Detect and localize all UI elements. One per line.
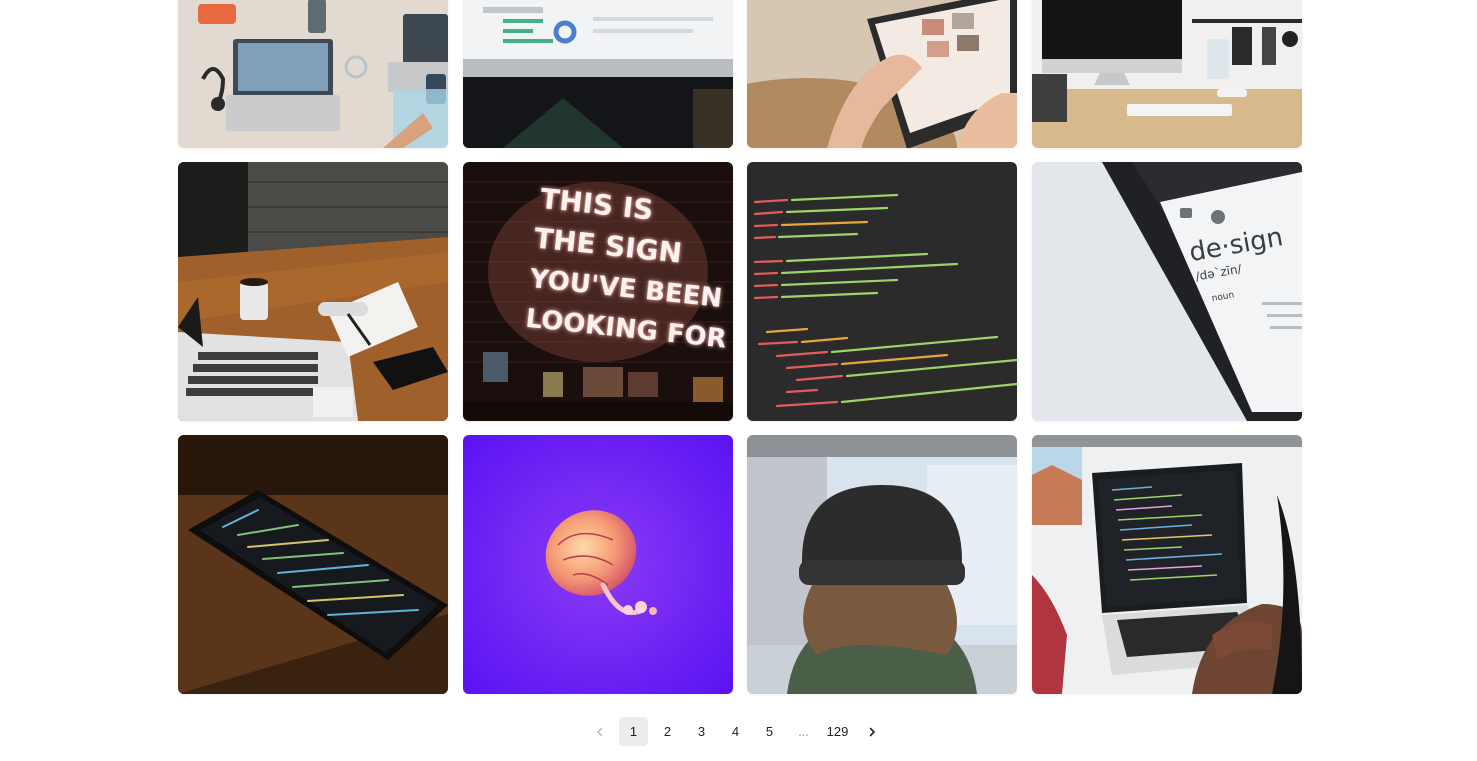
gallery-image[interactable] xyxy=(178,0,448,148)
page-button-1[interactable]: 1 xyxy=(619,717,648,746)
gallery-image[interactable] xyxy=(747,0,1018,148)
gallery-image[interactable] xyxy=(1031,0,1302,148)
page-button-2[interactable]: 2 xyxy=(653,717,682,746)
html-code-image xyxy=(747,162,1018,421)
page-button-3[interactable]: 3 xyxy=(687,717,716,746)
previous-page-button[interactable] xyxy=(585,717,614,746)
gallery-image[interactable]: de·sign /də`zīn/ noun xyxy=(1031,162,1302,421)
imac-desk-image xyxy=(1031,0,1302,148)
gallery-image[interactable] xyxy=(178,435,448,694)
gallery-image[interactable] xyxy=(178,162,448,421)
desk-laptop-headphones-image xyxy=(178,0,448,148)
laptop-dashboard-image xyxy=(462,0,733,148)
image-gallery: THIS IS THE SIGN YOU'VE BEEN LOOKING FOR xyxy=(178,0,1302,694)
phone-code-image xyxy=(178,435,448,694)
design-definition-image: de·sign /də`zīn/ noun xyxy=(1031,162,1302,421)
gallery-image[interactable] xyxy=(462,435,733,694)
page-button-last[interactable]: 129 xyxy=(823,717,852,746)
chevron-left-icon xyxy=(596,727,602,736)
jellyfish-image xyxy=(462,435,733,694)
tablet-touch-image xyxy=(747,0,1018,148)
gallery-image[interactable] xyxy=(1031,435,1302,694)
pagination-ellipsis: ... xyxy=(798,724,809,739)
coffee-laptop-notes-image xyxy=(178,162,448,421)
pagination: 1 2 3 4 5 ... 129 xyxy=(0,717,1474,746)
laptop-coding-image xyxy=(1031,435,1302,694)
next-page-button[interactable] xyxy=(857,717,886,746)
page-button-4[interactable]: 4 xyxy=(721,717,750,746)
page-button-5[interactable]: 5 xyxy=(755,717,784,746)
gallery-image[interactable]: THIS IS THE SIGN YOU'VE BEEN LOOKING FOR xyxy=(462,162,733,421)
chevron-right-icon xyxy=(869,727,875,736)
gallery-image[interactable] xyxy=(747,435,1018,694)
gallery-image[interactable] xyxy=(747,162,1018,421)
neon-sign-image: THIS IS THE SIGN YOU'VE BEEN LOOKING FOR xyxy=(462,162,733,421)
gallery-image[interactable] xyxy=(462,0,733,148)
beanie-developer-image xyxy=(747,435,1018,694)
